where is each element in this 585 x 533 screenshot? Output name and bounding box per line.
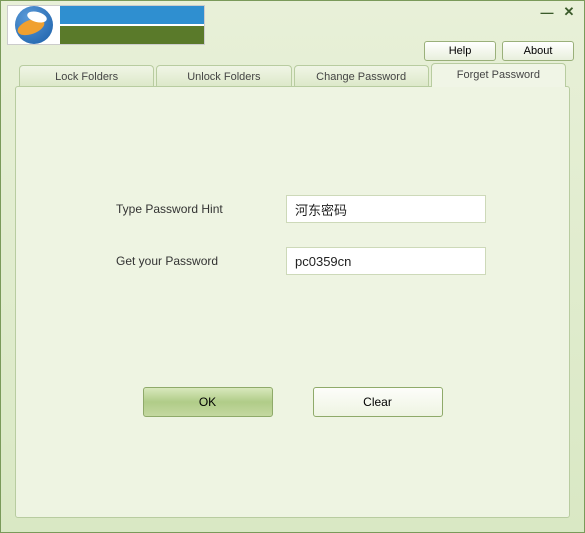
ok-button[interactable]: OK [143,387,273,417]
app-logo [7,5,205,45]
tab-bar: Lock Folders Unlock Folders Change Passw… [19,63,566,87]
close-button[interactable]: ✕ [562,5,576,19]
tab-forget-password[interactable]: Forget Password [431,63,566,87]
logo-bars [60,6,204,44]
content-panel: Type Password Hint Get your Password OK … [15,86,570,518]
logo-icon [8,6,60,44]
about-button[interactable]: About [502,41,574,61]
help-button[interactable]: Help [424,41,496,61]
titlebar: — ✕ [1,1,584,43]
minimize-button[interactable]: — [540,5,554,19]
tab-lock-folders[interactable]: Lock Folders [19,65,154,87]
tab-unlock-folders[interactable]: Unlock Folders [156,65,291,87]
password-output[interactable] [286,247,486,275]
password-hint-input[interactable] [286,195,486,223]
app-window: — ✕ Help About Lock Folders Unlock Folde… [0,0,585,533]
tab-change-password[interactable]: Change Password [294,65,429,87]
get-password-label: Get your Password [116,254,286,268]
hint-label: Type Password Hint [116,202,286,216]
clear-button[interactable]: Clear [313,387,443,417]
